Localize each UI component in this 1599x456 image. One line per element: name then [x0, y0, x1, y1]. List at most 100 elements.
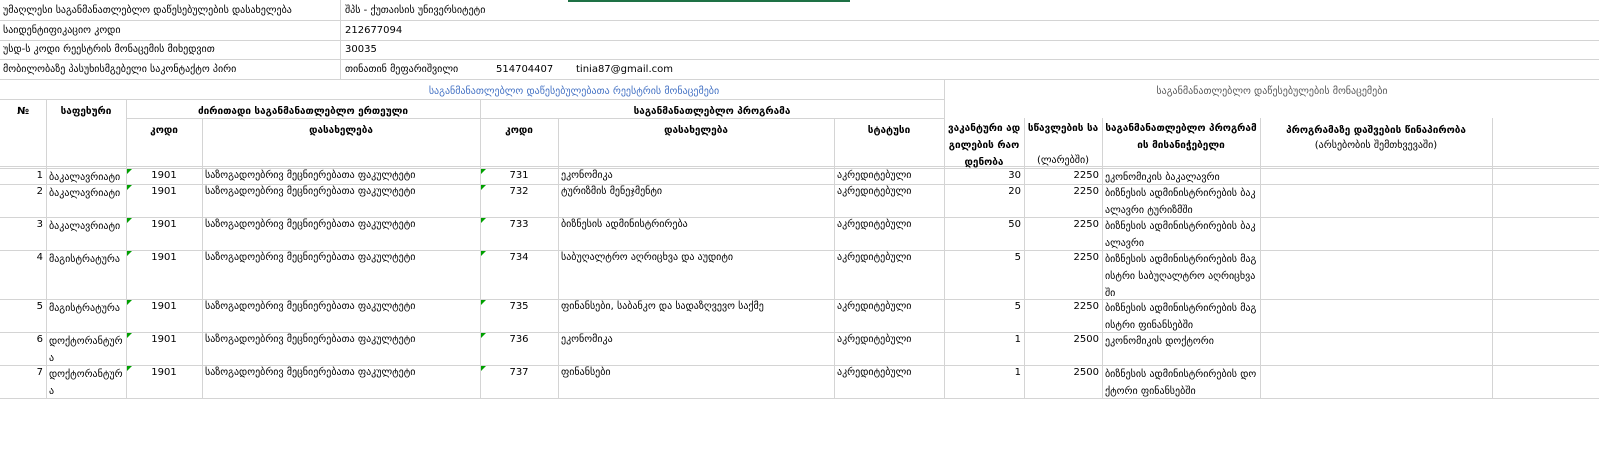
cell-level[interactable]: დოქტორანტურა	[46, 333, 126, 365]
cell-unit-name[interactable]: საზოგადოებრივ მეცნიერებათა ფაკულტეტი	[202, 366, 480, 398]
cell-status[interactable]: აკრედიტებული	[834, 366, 944, 398]
cell-prerequisite[interactable]	[1260, 251, 1492, 299]
cell-vacant[interactable]: 1	[944, 333, 1024, 365]
cell-prog-code[interactable]: 736	[480, 333, 558, 365]
info-label-contact: მობილობაზე პასუხისმგებელი საკონტაქტო პირ…	[3, 64, 237, 75]
info-value-contact-phone[interactable]: 514704407	[493, 63, 573, 76]
cell-prog-code[interactable]: 737	[480, 366, 558, 398]
cell-unit-name[interactable]: საზოგადოებრივ მეცნიერებათა ფაკულტეტი	[202, 300, 480, 332]
cell-num[interactable]: 1	[0, 169, 46, 184]
grid-line	[0, 99, 944, 100]
cell-unit-code[interactable]: 1901	[126, 333, 202, 365]
cell-level[interactable]: ბაკალავრიატი	[46, 169, 126, 184]
cell-prerequisite[interactable]	[1260, 366, 1492, 398]
cell-unit-code[interactable]: 1901	[126, 251, 202, 299]
cell-prog-code[interactable]: 735	[480, 300, 558, 332]
cell-unit-name[interactable]: საზოგადოებრივ მეცნიერებათა ფაკულტეტი	[202, 185, 480, 217]
cell-num[interactable]: 6	[0, 333, 46, 365]
cell-qualification[interactable]: ბიზნესის ადმინისტრირების მაგისტრი ფინანს…	[1102, 300, 1260, 332]
number-as-text-indicator-icon	[481, 300, 486, 305]
cell-unit-name[interactable]: საზოგადოებრივ მეცნიერებათა ფაკულტეტი	[202, 333, 480, 365]
cell-qualification[interactable]: ბიზნესის ადმინისტრირების ბაკალავრი ტურიზ…	[1102, 185, 1260, 217]
number-as-text-indicator-icon	[481, 169, 486, 174]
cell-unit-name[interactable]: საზოგადოებრივ მეცნიერებათა ფაკულტეტი	[202, 169, 480, 184]
number-as-text-indicator-icon	[481, 218, 486, 223]
cell-fee[interactable]: 2250	[1024, 218, 1102, 250]
cell-unit-code[interactable]: 1901	[126, 300, 202, 332]
info-label-id-code: საიდენტიფიკაციო კოდი	[3, 25, 121, 36]
cell-fee[interactable]: 2250	[1024, 185, 1102, 217]
info-value-institution[interactable]: შპს - ქუთაისის უნივერსიტეტი	[342, 4, 742, 17]
cell-prog-code[interactable]: 734	[480, 251, 558, 299]
cell-prog-code[interactable]: 731	[480, 169, 558, 184]
cell-unit-name[interactable]: საზოგადოებრივ მეცნიერებათა ფაკულტეტი	[202, 251, 480, 299]
cell-unit-name[interactable]: საზოგადოებრივ მეცნიერებათა ფაკულტეტი	[202, 218, 480, 250]
cell-vacant[interactable]: 1	[944, 366, 1024, 398]
cell-level[interactable]: მაგისტრატურა	[46, 300, 126, 332]
cell-num[interactable]: 3	[0, 218, 46, 250]
cell-prerequisite[interactable]	[1260, 185, 1492, 217]
cell-fee[interactable]: 2250	[1024, 251, 1102, 299]
cell-qualification[interactable]: ეკონომიკის დოქტორი	[1102, 333, 1260, 365]
cell-level[interactable]: მაგისტრატურა	[46, 251, 126, 299]
cell-level[interactable]: ბაკალავრიატი	[46, 218, 126, 250]
cell-prog-name[interactable]: საბუღალტრო აღრიცხვა და აუდიტი	[558, 251, 834, 299]
cell-vacant[interactable]: 30	[944, 169, 1024, 184]
cell-unit-code[interactable]: 1901	[126, 366, 202, 398]
cell-prog-name[interactable]: ტურიზმის მენეჯმენტი	[558, 185, 834, 217]
cell-qualification[interactable]: ბიზნესის ადმინისტრირების ბაკალავრი	[1102, 218, 1260, 250]
grid-line	[126, 118, 944, 119]
cell-level[interactable]: დოქტორანტურა	[46, 366, 126, 398]
cell-prog-code[interactable]: 733	[480, 218, 558, 250]
cell-status[interactable]: აკრედიტებული	[834, 218, 944, 250]
info-value-id-code[interactable]: 212677094	[342, 24, 542, 37]
cell-fee[interactable]: 2250	[1024, 300, 1102, 332]
cell-vacant[interactable]: 20	[944, 185, 1024, 217]
cell-prerequisite[interactable]	[1260, 300, 1492, 332]
cell-fee[interactable]: 2500	[1024, 333, 1102, 365]
cell-prog-name[interactable]: ფინანსები	[558, 366, 834, 398]
info-label-registry-code: უსდ-ს კოდი რეესტრის მონაცემის მიხედვით	[3, 44, 215, 55]
cell-unit-code[interactable]: 1901	[126, 185, 202, 217]
number-as-text-indicator-icon	[481, 185, 486, 190]
cell-unit-code[interactable]: 1901	[126, 169, 202, 184]
cell-status[interactable]: აკრედიტებული	[834, 333, 944, 365]
info-label-institution: უმაღლესი საგანმანათლებლო დაწესებულების დ…	[3, 5, 292, 16]
cell-prog-name[interactable]: ეკონომიკა	[558, 169, 834, 184]
registry-section-header: საგანმანათლებლო დაწესებულებათა რეესტრის …	[428, 86, 720, 97]
grid-line	[0, 59, 1599, 60]
cell-prerequisite[interactable]	[1260, 218, 1492, 250]
info-value-registry-code[interactable]: 30035	[342, 43, 542, 56]
cell-fee[interactable]: 2250	[1024, 169, 1102, 184]
cell-num[interactable]: 5	[0, 300, 46, 332]
cell-status[interactable]: აკრედიტებული	[834, 300, 944, 332]
cell-status[interactable]: აკრედიტებული	[834, 251, 944, 299]
cell-status[interactable]: აკრედიტებული	[834, 185, 944, 217]
cell-vacant[interactable]: 5	[944, 251, 1024, 299]
cell-fee[interactable]: 2500	[1024, 366, 1102, 398]
cell-num[interactable]: 4	[0, 251, 46, 299]
cell-prog-name[interactable]: ეკონომიკა	[558, 333, 834, 365]
cell-prerequisite[interactable]	[1260, 333, 1492, 365]
info-value-contact-email[interactable]: tinia87@gmail.com	[573, 63, 713, 76]
number-as-text-indicator-icon	[127, 218, 132, 223]
cell-prog-name[interactable]: ბიზნესის ადმინისტრირება	[558, 218, 834, 250]
cell-unit-code[interactable]: 1901	[126, 218, 202, 250]
cell-prog-name[interactable]: ფინანსები, საბანკო და სადაზღვევო საქმე	[558, 300, 834, 332]
number-as-text-indicator-icon	[127, 300, 132, 305]
grid-line	[0, 20, 1599, 21]
cell-vacant[interactable]: 5	[944, 300, 1024, 332]
info-value-contact-name[interactable]: თინათინ მეფარიშვილი	[342, 63, 482, 76]
cell-status[interactable]: აკრედიტებული	[834, 169, 944, 184]
cell-qualification[interactable]: ბიზნესის ადმინისტრირების დოქტორი ფინანსე…	[1102, 366, 1260, 398]
header-vacant: ვაკანტური ადგილების რაოდენობა	[947, 123, 1021, 168]
cell-num[interactable]: 7	[0, 366, 46, 398]
cell-num[interactable]: 2	[0, 185, 46, 217]
cell-qualification[interactable]: ბიზნესის ადმინისტრირების მაგისტრი საბუღა…	[1102, 251, 1260, 299]
cell-level[interactable]: ბაკალავრიატი	[46, 185, 126, 217]
cell-vacant[interactable]: 50	[944, 218, 1024, 250]
selected-column-indicator	[568, 0, 850, 2]
cell-prerequisite[interactable]	[1260, 169, 1492, 184]
cell-prog-code[interactable]: 732	[480, 185, 558, 217]
cell-qualification[interactable]: ეკონომიკის ბაკალავრი	[1102, 169, 1260, 184]
